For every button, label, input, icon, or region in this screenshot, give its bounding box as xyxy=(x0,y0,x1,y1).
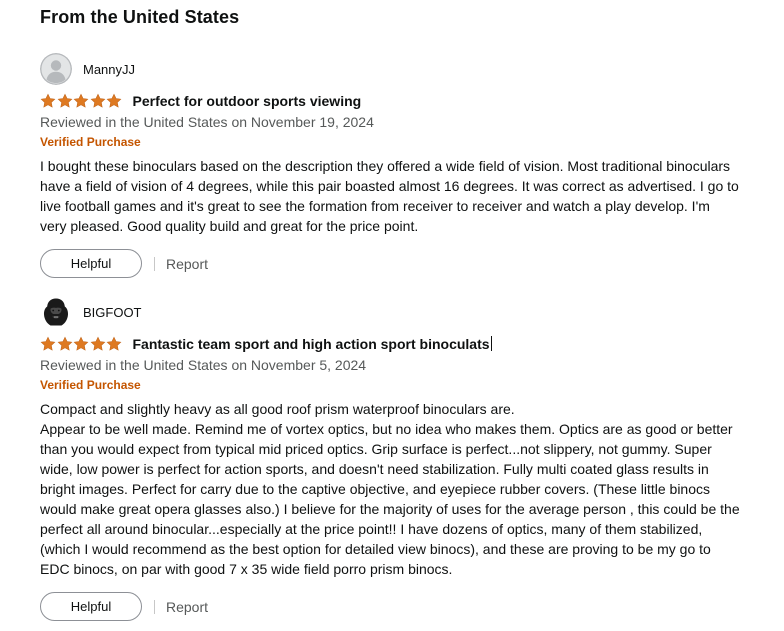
helpful-button[interactable]: Helpful xyxy=(40,592,142,621)
helpful-button[interactable]: Helpful xyxy=(40,249,142,278)
star-icon xyxy=(57,336,72,351)
star-icon xyxy=(90,336,105,351)
gorilla-avatar-icon xyxy=(40,296,72,328)
star-icon xyxy=(106,336,122,351)
star-icon xyxy=(40,336,56,351)
reviewer-profile[interactable]: BIGFOOT xyxy=(40,296,740,328)
review-title[interactable]: Perfect for outdoor sports viewing xyxy=(133,93,362,109)
report-link[interactable]: Report xyxy=(166,599,208,615)
review-card: MannyJJ Perfect for outdoor sports viewi… xyxy=(40,53,740,278)
star-rating[interactable] xyxy=(40,336,123,352)
review-body-paragraph: I bought these binoculars based on the d… xyxy=(40,158,739,234)
star-icon xyxy=(106,93,122,108)
review-body: Compact and slightly heavy as all good r… xyxy=(40,399,740,579)
star-icon xyxy=(40,93,56,108)
verified-purchase-badge[interactable]: Verified Purchase xyxy=(40,134,740,151)
section-title: From the United States xyxy=(40,7,240,27)
review-card: BIGFOOT Fantastic team sport and high ac… xyxy=(40,296,740,621)
reviewer-profile[interactable]: MannyJJ xyxy=(40,53,740,85)
review-date: Reviewed in the United States on Novembe… xyxy=(40,114,374,130)
review-body-paragraph: Appear to be well made. Remind me of vor… xyxy=(40,421,740,577)
star-rating[interactable] xyxy=(40,93,123,109)
reviewer-name: BIGFOOT xyxy=(83,304,142,320)
star-icon xyxy=(73,93,89,108)
default-user-avatar-icon xyxy=(40,53,72,85)
review-body-paragraph: Compact and slightly heavy as all good r… xyxy=(40,401,515,417)
text-cursor xyxy=(490,336,492,351)
star-icon xyxy=(90,93,105,108)
review-title-text: Fantastic team sport and high action spo… xyxy=(132,336,490,352)
review-date: Reviewed in the United States on Novembe… xyxy=(40,357,367,373)
star-icon xyxy=(73,336,89,351)
action-divider xyxy=(154,599,155,614)
review-title[interactable]: Fantastic team sport and high action spo… xyxy=(133,336,492,352)
star-icon xyxy=(57,93,72,108)
action-divider xyxy=(154,256,155,271)
reviewer-name: MannyJJ xyxy=(83,61,136,77)
verified-purchase-badge[interactable]: Verified Purchase xyxy=(40,377,740,394)
report-link[interactable]: Report xyxy=(166,256,208,272)
review-body: I bought these binoculars based on the d… xyxy=(40,156,740,236)
